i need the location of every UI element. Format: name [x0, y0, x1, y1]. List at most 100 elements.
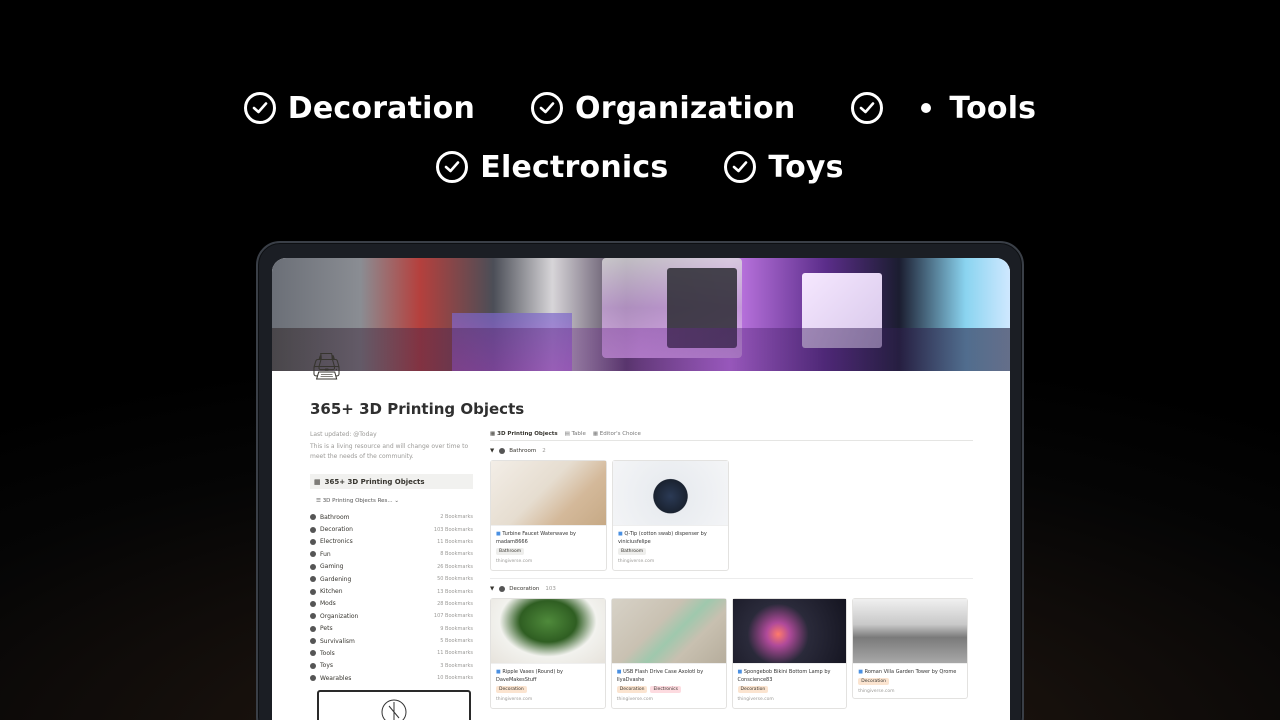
device-frame: 🖨 365+ 3D Printing Objects Last updated:… [256, 241, 1024, 720]
left-column: Last updated: @Today This is a living re… [310, 430, 473, 684]
gallery-card[interactable]: ■ Spongebob Bikini Bottom Lamp by Consci… [731, 598, 848, 709]
category-count: 26 Bookmarks [437, 563, 473, 570]
gallery-card[interactable]: ■ Turbine Faucet Waterwave by madam8666 … [490, 460, 607, 571]
category-name: Decoration [320, 526, 353, 534]
category-count: 11 Bookmarks [437, 650, 473, 657]
page-title: 365+ 3D Printing Objects [310, 400, 525, 418]
category-count: 107 Bookmarks [433, 613, 473, 620]
category-icon [310, 613, 316, 620]
card-site: thingiverse.com [618, 559, 655, 564]
feature-list: Decoration Organization Tools Electronic… [0, 84, 1280, 202]
feature-label: Toys [768, 149, 844, 185]
tag: Decoration [858, 678, 889, 685]
check-circle-icon [243, 92, 276, 124]
card-thumbnail [613, 461, 728, 526]
category-icon [310, 662, 316, 669]
tab-label: Editor's Choice [599, 431, 641, 437]
card-thumbnail [491, 461, 606, 526]
tag: Decoration [616, 686, 648, 693]
printer-icon: 🖨 [310, 352, 344, 382]
feature-organization: Organization [531, 91, 795, 126]
category-row[interactable]: Mods 28 Bookmarks [310, 598, 473, 610]
category-name: Kitchen [320, 588, 343, 596]
card-title-text: Turbine Faucet Waterwave by madam8666 [496, 531, 576, 545]
feature-label: Decoration [287, 90, 476, 126]
divider [490, 578, 973, 579]
category-icon [310, 638, 316, 645]
database-gallery: ▦ 3D Printing Objects ▤ Table ▦ Editor's… [490, 431, 973, 709]
category-row[interactable]: Electronics 11 Bookmarks [310, 536, 473, 548]
category-icon [310, 526, 316, 533]
card-title: ■ Spongebob Bikini Bottom Lamp by Consci… [733, 664, 847, 684]
category-name: Tools [320, 649, 335, 657]
category-name: Gaming [320, 563, 344, 571]
triangle-down-icon: ▼ [490, 586, 495, 592]
feature-tools: Tools [851, 91, 1036, 126]
category-count: 5 Bookmarks [440, 638, 473, 645]
category-icon [310, 576, 316, 583]
group-header-bathroom[interactable]: ▼ Bathroom 2 [490, 448, 973, 454]
logo-embed [317, 690, 471, 720]
category-name: Wearables [320, 674, 352, 682]
gallery-icon: ▦ [592, 431, 600, 437]
feature-toys: Toys [724, 149, 844, 185]
tab-editors-choice[interactable]: ▦ Editor's Choice [593, 431, 641, 437]
category-row[interactable]: Survivalism 5 Bookmarks [310, 635, 473, 647]
card-title-text: USB Flash Drive Case Axolotl by IlyaDvas… [616, 669, 704, 683]
category-row[interactable]: Pets 9 Bookmarks [310, 623, 473, 635]
tag: Electronics [650, 686, 681, 693]
notion-page-screen: 🖨 365+ 3D Printing Objects Last updated:… [272, 258, 1010, 720]
category-row[interactable]: Bathroom 2 Bookmarks [310, 511, 473, 523]
feature-decoration: Decoration [243, 90, 476, 126]
category-row[interactable]: Wearables 10 Bookmarks [310, 672, 473, 684]
gallery-card[interactable]: ■ USB Flash Drive Case Axolotl by IlyaDv… [610, 598, 727, 709]
category-count: 50 Bookmarks [437, 576, 473, 583]
tab-label: Table [571, 431, 586, 437]
category-count: 3 Bookmarks [440, 662, 473, 669]
check-circle-icon [531, 92, 564, 124]
tag: Decoration [737, 686, 769, 693]
card-title: ■ Turbine Faucet Waterwave by madam8666 [491, 526, 606, 546]
chevron-down-icon: ⌄ [392, 498, 400, 504]
check-circle-icon [724, 151, 757, 183]
category-row[interactable]: Kitchen 13 Bookmarks [310, 585, 473, 597]
group-count: 2 [542, 448, 546, 454]
category-row[interactable]: Gardening 50 Bookmarks [310, 573, 473, 585]
category-icon [310, 650, 316, 657]
tag: Decoration [496, 686, 527, 693]
category-row[interactable]: Toys 3 Bookmarks [310, 660, 473, 672]
card-site: thingiverse.com [616, 697, 654, 702]
gallery-card[interactable]: ■ Roman Villa Garden Tower by Qrome Deco… [852, 598, 968, 699]
category-icon [310, 625, 316, 632]
card-site: thingiverse.com [496, 559, 533, 564]
gallery-card[interactable]: ■ Ripple Vases (Round) by DaveMakesStuff… [490, 598, 606, 709]
card-row: ■ Turbine Faucet Waterwave by madam8666 … [490, 460, 973, 571]
feature-row-2: Electronics Toys [0, 143, 1280, 191]
database-link[interactable]: ▦ 365+ 3D Printing Objects [310, 474, 473, 489]
category-row[interactable]: Decoration 103 Bookmarks [310, 523, 473, 535]
category-row[interactable]: Tools 11 Bookmarks [310, 647, 473, 659]
card-thumbnail [491, 599, 605, 664]
group-header-decoration[interactable]: ▼ Decoration 103 [490, 586, 973, 592]
feature-row-1: Decoration Organization Tools [0, 84, 1280, 132]
category-icon [499, 586, 506, 592]
category-name: Bathroom [320, 513, 350, 521]
card-title-text: Q-Tip (cotton swab) dispenser by viniciu… [618, 531, 707, 545]
tab-gallery[interactable]: ▦ 3D Printing Objects [490, 431, 558, 437]
card-row: ■ Ripple Vases (Round) by DaveMakesStuff… [490, 598, 973, 709]
category-count: 9 Bookmarks [440, 625, 473, 632]
feature-electronics: Electronics [436, 150, 668, 185]
logo-graphic [381, 699, 407, 720]
category-icon [310, 675, 316, 682]
category-row[interactable]: Organization 107 Bookmarks [310, 610, 473, 622]
triangle-down-icon: ▼ [490, 448, 495, 454]
database-view-link[interactable]: ☰ 3D Printing Objects Res... ⌄ [316, 498, 473, 504]
category-name: Organization [320, 612, 359, 620]
gallery-card[interactable]: ■ Q-Tip (cotton swab) dispenser by vinic… [612, 460, 729, 571]
tab-table[interactable]: ▤ Table [565, 431, 586, 437]
category-row[interactable]: Fun 8 Bookmarks [310, 548, 473, 560]
card-thumbnail [732, 599, 847, 664]
category-count: 2 Bookmarks [440, 514, 473, 521]
category-icon [310, 538, 316, 545]
category-row[interactable]: Gaming 26 Bookmarks [310, 561, 473, 573]
